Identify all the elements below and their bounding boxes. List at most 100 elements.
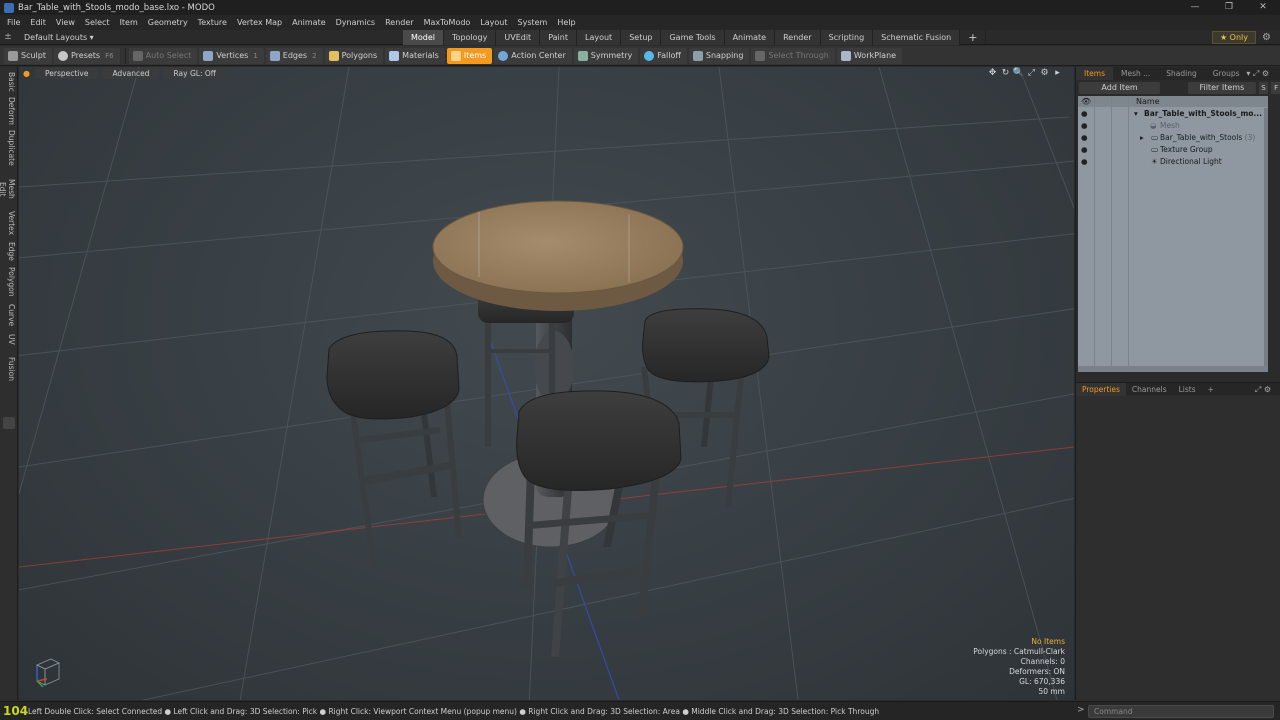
materials-button[interactable]: Materials — [385, 47, 445, 64]
vertices-button[interactable]: Vertices 1 — [199, 47, 264, 64]
gear-icon[interactable]: ⚙ — [1262, 30, 1271, 45]
command-input[interactable]: Command — [1088, 705, 1274, 718]
presets-button[interactable]: Presets F6 — [53, 47, 120, 64]
name-column-header[interactable]: Name — [1136, 97, 1160, 106]
panel-controls-icon[interactable]: ▾ ⤢ ⚙ — [1238, 67, 1277, 80]
item-list-resize-handle[interactable] — [1078, 366, 1268, 372]
shading-dropdown[interactable]: Advanced — [102, 68, 160, 79]
only-toggle[interactable]: ★ Only — [1212, 31, 1256, 44]
tab-edge[interactable]: Edge — [2, 241, 16, 261]
maximize-viewport-icon[interactable]: ⤢ — [1025, 68, 1038, 78]
tab-uv[interactable]: UV — [2, 333, 16, 345]
list-item[interactable]: ● ◒ Mesh — [1078, 120, 1268, 132]
menu-dynamics[interactable]: Dynamics — [332, 18, 381, 27]
filter-items-button[interactable]: Filter Items — [1188, 82, 1256, 94]
viewport-settings-icon[interactable]: ⚙ — [1038, 68, 1051, 78]
minimize-button[interactable]: — — [1178, 0, 1212, 15]
menu-help[interactable]: Help — [553, 18, 581, 27]
tab-setup[interactable]: Setup — [621, 30, 662, 45]
menu-view[interactable]: View — [52, 18, 81, 27]
tab-animate[interactable]: Animate — [724, 30, 776, 45]
expand-arrow-icon[interactable]: ▸ — [1140, 132, 1144, 144]
menu-render[interactable]: Render — [381, 18, 419, 27]
list-item[interactable]: ● ▸ ▭ Bar_Table_with_Stools (3) — [1078, 132, 1268, 144]
tab-schematic-fusion[interactable]: Schematic Fusion — [873, 30, 961, 45]
tab-topology[interactable]: Topology — [444, 30, 497, 45]
3d-viewport[interactable]: ● Perspective Advanced Ray GL: Off ✥ ↻ 🔍… — [19, 67, 1074, 700]
tab-uvedit[interactable]: UVEdit — [496, 30, 541, 45]
action-center-button[interactable]: Action Center — [494, 47, 572, 64]
auto-select-button[interactable]: Auto Select — [128, 47, 198, 64]
zoom-icon[interactable]: 🔍 — [1012, 68, 1025, 78]
menu-animate[interactable]: Animate — [288, 18, 332, 27]
list-item[interactable]: ● ▾ Bar_Table_with_Stools_mo... — [1078, 108, 1268, 120]
viewport-more-icon[interactable]: ▸ — [1051, 68, 1064, 78]
rotate-icon[interactable]: ↻ — [999, 68, 1012, 78]
eye-icon[interactable]: ● — [1081, 144, 1088, 156]
tab-game-tools[interactable]: Game Tools — [661, 30, 725, 45]
item-list-scrollbar[interactable] — [1264, 108, 1268, 366]
menu-system[interactable]: System — [514, 18, 554, 27]
tab-channels[interactable]: Channels — [1126, 383, 1173, 396]
falloff-button[interactable]: Falloff — [640, 47, 687, 64]
tab-properties[interactable]: Properties — [1076, 382, 1126, 396]
select-through-button[interactable]: Select Through — [751, 47, 835, 64]
menu-texture[interactable]: Texture — [194, 18, 233, 27]
snapping-button[interactable]: Snapping — [688, 47, 750, 64]
symmetry-button[interactable]: Symmetry — [573, 47, 639, 64]
list-item[interactable]: ● ▭ Texture Group — [1078, 144, 1268, 156]
list-item[interactable]: ● ☀ Directional Light — [1078, 156, 1268, 168]
expand-arrow-icon[interactable]: ▾ — [1134, 108, 1138, 120]
tab-vertex[interactable]: Vertex — [2, 211, 16, 235]
tab-layout[interactable]: Layout — [576, 30, 622, 45]
items-button[interactable]: Items — [446, 47, 493, 64]
menu-maxtomodo[interactable]: MaxToModo — [420, 18, 477, 27]
f-button[interactable]: F — [1271, 82, 1280, 94]
eye-icon[interactable]: ● — [1081, 120, 1088, 132]
tab-items[interactable]: Items — [1076, 67, 1113, 80]
polygons-button[interactable]: Polygons — [324, 47, 384, 64]
tab-render[interactable]: Render — [775, 30, 821, 45]
tab-options-button[interactable] — [3, 417, 15, 429]
tab-lists[interactable]: Lists — [1173, 383, 1202, 396]
add-panel-tab-button[interactable]: + — [1202, 383, 1220, 396]
workplane-button[interactable]: WorkPlane — [836, 47, 903, 64]
add-tab-button[interactable]: + — [960, 30, 987, 45]
tab-duplicate[interactable]: Duplicate — [2, 129, 16, 167]
eye-icon[interactable]: ● — [1081, 132, 1088, 144]
tab-mesh[interactable]: Mesh ... — [1113, 67, 1158, 80]
tab-deform[interactable]: Deform — [2, 97, 16, 125]
sculpt-button[interactable]: Sculpt — [4, 47, 52, 64]
tab-fusion[interactable]: Fusion — [2, 357, 16, 381]
add-item-button[interactable]: Add Item — [1079, 82, 1161, 94]
menu-geometry[interactable]: Geometry — [144, 18, 194, 27]
tab-polygon[interactable]: Polygon — [2, 267, 16, 297]
viewport-scene[interactable] — [19, 67, 1074, 700]
s-button[interactable]: S — [1258, 82, 1269, 94]
tab-paint[interactable]: Paint — [540, 30, 577, 45]
ray-gl-toggle[interactable]: Ray GL: Off — [163, 68, 226, 79]
tab-scripting[interactable]: Scripting — [820, 30, 874, 45]
tab-mesh-edit[interactable]: Mesh Edit — [0, 171, 16, 207]
default-layouts-dropdown[interactable]: Default Layouts ▾ — [16, 33, 116, 42]
pan-icon[interactable]: ✥ — [986, 68, 999, 78]
menu-vertex-map[interactable]: Vertex Map — [233, 18, 288, 27]
edges-button[interactable]: Edges 2 — [265, 47, 323, 64]
menu-item[interactable]: Item — [116, 18, 144, 27]
eye-icon[interactable]: ● — [1081, 108, 1088, 120]
command-arrow-icon[interactable]: > — [1077, 705, 1085, 715]
menu-file[interactable]: File — [3, 18, 26, 27]
tab-curve[interactable]: Curve — [2, 303, 16, 327]
close-button[interactable]: ✕ — [1246, 0, 1280, 15]
eye-icon[interactable]: ● — [1081, 156, 1088, 168]
pin-icon[interactable]: ± — [0, 32, 16, 42]
tab-model[interactable]: Model — [403, 30, 445, 45]
menu-select[interactable]: Select — [81, 18, 116, 27]
maximize-button[interactable]: ❐ — [1212, 0, 1246, 15]
panel-controls-icon[interactable]: ⤢ ⚙ — [1249, 383, 1277, 396]
menu-layout[interactable]: Layout — [476, 18, 513, 27]
menu-edit[interactable]: Edit — [26, 18, 52, 27]
item-list[interactable]: 👁 Name ● ▾ Bar_Table_with_Stools_mo... ●… — [1078, 96, 1268, 372]
tab-basic[interactable]: Basic — [2, 71, 16, 93]
viewport-menu-dot[interactable]: ● — [23, 69, 30, 77]
